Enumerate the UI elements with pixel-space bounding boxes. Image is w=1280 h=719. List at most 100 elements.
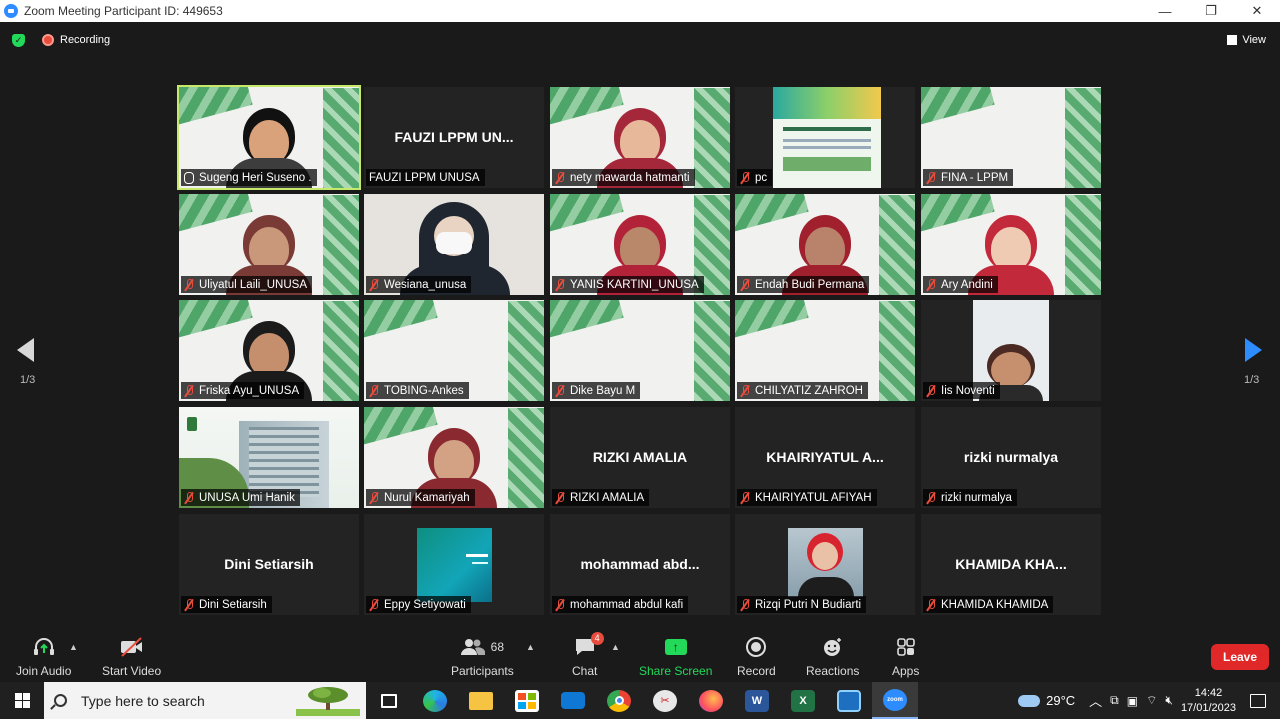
participant-tile[interactable]: Uliyatul Laili_UNUSA [179, 194, 359, 295]
participant-name: Ary Andini [941, 278, 993, 291]
chat-caret-icon[interactable]: ▲ [611, 642, 620, 652]
participant-tile[interactable]: Iis Noventi [921, 300, 1101, 401]
participant-tile[interactable]: Sugeng Heri Suseno . [177, 85, 361, 190]
participant-tile[interactable]: FAUZI LPPM UN... FAUZI LPPM UNUSA [364, 87, 544, 188]
participant-name: YANIS KARTINI_UNUSA [570, 278, 699, 291]
meeting-toolbar: Join Audio ▲ Start Video 68 Participants… [0, 626, 1280, 682]
zoom-taskbar-icon[interactable]: zoom [872, 682, 918, 719]
participant-tile[interactable]: KHAMIDA KHA... KHAMIDA KHAMIDA [921, 514, 1101, 615]
participant-name-label: Dike Bayu M [552, 382, 641, 399]
microsoft-store-icon[interactable] [504, 682, 550, 719]
participant-name-label: RIZKI AMALIA [552, 489, 650, 506]
participant-tile[interactable]: RIZKI AMALIA RIZKI AMALIA [550, 407, 730, 508]
participant-name-label: rizki nurmalya [923, 489, 1017, 506]
weather-temperature[interactable]: 29°C [1046, 693, 1075, 708]
mic-muted-icon [369, 491, 379, 504]
edge-browser-icon[interactable] [412, 682, 458, 719]
notifications-icon[interactable] [1250, 693, 1266, 708]
meeting-topbar: ✓ Recording View [0, 22, 1280, 60]
tray-apps-icon[interactable]: ⧉ [1110, 693, 1119, 708]
file-explorer-icon[interactable] [458, 682, 504, 719]
participant-tile[interactable]: Dini Setiarsih Dini Setiarsih [179, 514, 359, 615]
apps-button[interactable]: Apps [892, 636, 919, 678]
audio-options-caret-icon[interactable]: ▲ [69, 642, 78, 652]
mic-muted-icon [926, 384, 936, 397]
participant-tile[interactable]: rizki nurmalya rizki nurmalya [921, 407, 1101, 508]
join-audio-button[interactable]: Join Audio [16, 636, 71, 678]
participants-caret-icon[interactable]: ▲ [526, 642, 535, 652]
minimize-button[interactable]: — [1142, 0, 1188, 22]
tray-chevron-icon[interactable]: ︿ [1089, 691, 1102, 710]
mic-icon [184, 171, 194, 184]
window-titlebar: Zoom Meeting Participant ID: 449653 — ❐ … [0, 0, 1280, 22]
taskbar-search-box[interactable]: Type here to search [44, 682, 366, 719]
participant-tile[interactable]: nety mawarda hatmanti [550, 87, 730, 188]
participant-tile[interactable]: Eppy Setiyowati [364, 514, 544, 615]
participant-tile[interactable]: TOBING-Ankes [364, 300, 544, 401]
volume-muted-icon[interactable]: 🔇︎ [1165, 693, 1173, 708]
share-screen-button[interactable]: ↑ Share Screen [639, 636, 712, 678]
participant-tile[interactable]: CHILYATIZ ZAHROH [735, 300, 915, 401]
participant-tile[interactable]: Dike Bayu M [550, 300, 730, 401]
participant-name: nety mawarda hatmanti [570, 171, 690, 184]
participant-tile[interactable]: YANIS KARTINI_UNUSA [550, 194, 730, 295]
taskbar-clock[interactable]: 14:42 17/01/2023 [1181, 686, 1236, 716]
participant-tile[interactable]: Nurul Kamariyah [364, 407, 544, 508]
participant-thumbnail [788, 528, 863, 597]
mic-muted-icon [740, 384, 750, 397]
mail-icon[interactable] [550, 682, 596, 719]
record-button[interactable]: Record [737, 636, 776, 678]
participant-name-label: Friska Ayu_UNUSA [181, 382, 305, 399]
weather-cloud-icon[interactable] [1018, 694, 1041, 707]
participants-count: 68 [490, 640, 505, 654]
participant-tile[interactable]: Friska Ayu_UNUSA [179, 300, 359, 401]
leave-button[interactable]: Leave [1211, 644, 1269, 670]
participant-name-label: Dini Setiarsih [181, 596, 272, 613]
clock-date: 17/01/2023 [1180, 701, 1236, 714]
participant-name-label: YANIS KARTINI_UNUSA [552, 276, 704, 293]
participant-name: Endah Budi Permana [755, 278, 865, 291]
participant-tile[interactable]: pc [735, 87, 915, 188]
participant-tile[interactable]: Rizqi Putri N Budiarti [735, 514, 915, 615]
participant-tile[interactable]: KHAIRIYATUL A... KHAIRIYATUL AFIYAH [735, 407, 915, 508]
headphones-icon [32, 636, 56, 658]
participant-name-label: UNUSA Umi Hanik [181, 489, 300, 506]
participants-button[interactable]: 68 Participants [451, 636, 514, 678]
participant-tile[interactable]: Wesiana_unusa [364, 194, 544, 295]
chrome-icon[interactable] [596, 682, 642, 719]
photos-icon[interactable] [826, 682, 872, 719]
participant-name: mohammad abdul kafi [570, 598, 684, 611]
participant-tile[interactable]: FINA - LPPM [921, 87, 1101, 188]
participant-tile[interactable]: Endah Budi Permana [735, 194, 915, 295]
task-view-icon[interactable] [366, 682, 412, 719]
participant-name-label: Uliyatul Laili_UNUSA [181, 276, 313, 293]
wifi-icon[interactable]: ⌔ [1146, 693, 1157, 708]
previous-page-arrow-icon[interactable] [17, 338, 34, 362]
mic-muted-icon [184, 598, 194, 611]
window-title: Zoom Meeting Participant ID: 449653 [24, 4, 223, 18]
restore-button[interactable]: ❐ [1188, 0, 1234, 22]
start-video-button[interactable]: Start Video [102, 636, 161, 678]
poster-image [773, 87, 881, 188]
page-indicator-right: 1/3 [1244, 374, 1260, 386]
participant-tile[interactable]: UNUSA Umi Hanik [179, 407, 359, 508]
firefox-icon[interactable] [688, 682, 734, 719]
view-button[interactable]: View [1227, 34, 1266, 46]
reactions-button[interactable]: Reactions [806, 636, 859, 678]
windows-start-icon[interactable] [0, 682, 44, 719]
security-shield-icon[interactable]: ✓ [12, 34, 25, 47]
snipping-tool-icon[interactable]: ✂ [642, 682, 688, 719]
participant-tile[interactable]: Ary Andini [921, 194, 1101, 295]
excel-icon[interactable]: X [780, 682, 826, 719]
participant-tile[interactable]: mohammad abd... mohammad abdul kafi [550, 514, 730, 615]
mic-muted-icon [926, 278, 936, 291]
chat-button[interactable]: 4 Chat [572, 632, 604, 678]
record-dot-icon [42, 34, 54, 46]
close-button[interactable]: ✕ [1234, 0, 1280, 22]
word-icon[interactable]: W [734, 682, 780, 719]
participant-name-label: Rizqi Putri N Budiarti [737, 596, 867, 613]
mic-muted-icon [740, 278, 750, 291]
tray-display-icon[interactable]: ▣ [1127, 694, 1138, 708]
recording-indicator[interactable]: Recording [42, 34, 110, 46]
next-page-arrow-icon[interactable] [1245, 338, 1262, 362]
